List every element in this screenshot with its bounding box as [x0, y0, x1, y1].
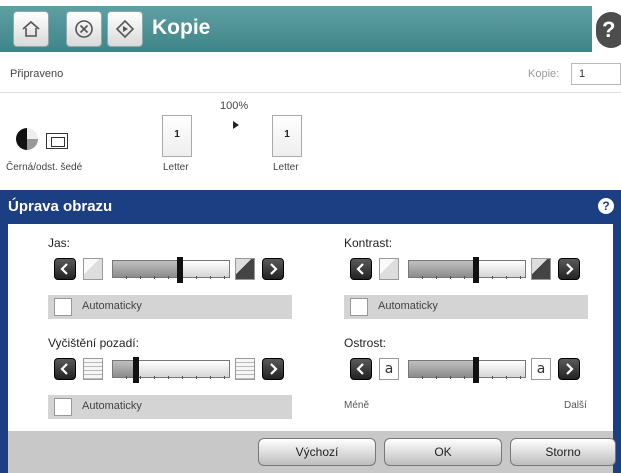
panel-title: Úprava obrazu [8, 198, 113, 215]
sharpness-label: Ostrost: [344, 336, 387, 350]
sharpness-decrease-button[interactable] [350, 358, 372, 380]
zoom-percent: 100% [220, 100, 249, 112]
chevron-left-icon [356, 263, 364, 275]
home-icon [22, 20, 40, 37]
background-low-icon [83, 358, 103, 380]
copy-status: Připraveno Kopie: 1 100% Černá/odst. šed… [0, 58, 621, 190]
arrow-right-icon [233, 121, 239, 129]
copies-field[interactable]: 1 [571, 63, 621, 85]
start-icon [115, 19, 135, 39]
contrast-auto-row[interactable]: Automaticky [344, 295, 588, 319]
chevron-right-icon [270, 363, 278, 375]
chevron-right-icon [566, 263, 574, 275]
chevron-right-icon [270, 263, 278, 275]
brightness-light-icon [83, 258, 103, 280]
chevron-left-icon [60, 263, 68, 275]
sharpness-sharp-icon: a [531, 358, 551, 380]
contrast-increase-button[interactable] [558, 258, 580, 280]
slider-ticks [113, 276, 229, 279]
panel-help-icon[interactable]: ? [598, 198, 614, 214]
brightness-auto-row[interactable]: Automaticky [48, 295, 292, 319]
brightness-dark-icon [235, 258, 255, 280]
sharpness-soft-icon: a [379, 358, 399, 380]
background-auto-checkbox[interactable] [54, 398, 72, 416]
panel-body: Jas: Automaticky Kontrast: Automaticky V… [8, 224, 613, 431]
contrast-auto-label: Automaticky [378, 300, 438, 312]
slider-ticks [409, 376, 525, 379]
brightness-label: Jas: [48, 236, 71, 250]
brightness-auto-label: Automaticky [82, 300, 142, 312]
sharpness-more-label: Další [564, 400, 587, 411]
help-button[interactable]: ? [596, 12, 621, 48]
color-mode-label: Černá/odst. šedé [6, 162, 83, 173]
contrast-high-icon [531, 258, 551, 280]
output-page-size: Letter [273, 162, 299, 173]
background-increase-button[interactable] [262, 358, 284, 380]
divider [0, 92, 621, 93]
brightness-decrease-button[interactable] [54, 258, 76, 280]
cancel-button[interactable]: Storno [510, 438, 616, 466]
ok-button[interactable]: OK [384, 438, 502, 466]
contrast-low-icon [379, 258, 399, 280]
sharpness-less-label: Méně [344, 400, 370, 411]
start-button[interactable] [107, 11, 143, 47]
contrast-auto-checkbox[interactable] [350, 298, 368, 316]
slider-ticks [113, 376, 229, 379]
background-cleanup-slider[interactable] [112, 357, 230, 383]
sharpness-slider-fill [409, 361, 477, 377]
chevron-left-icon [356, 363, 364, 375]
sharpness-increase-button[interactable] [558, 358, 580, 380]
background-decrease-button[interactable] [54, 358, 76, 380]
output-page: 1 [272, 115, 302, 157]
default-button[interactable]: Výchozí [258, 438, 376, 466]
color-mode-icon [16, 128, 38, 150]
sharpness-slider[interactable] [408, 357, 526, 383]
image-adjustment-panel: Úprava obrazu ? Jas: Automaticky Kontras… [0, 190, 621, 473]
brightness-auto-checkbox[interactable] [54, 298, 72, 316]
background-auto-row[interactable]: Automaticky [48, 395, 292, 419]
background-auto-label: Automaticky [82, 400, 142, 412]
stop-button[interactable] [66, 11, 102, 47]
sharpness-slider-thumb[interactable] [473, 357, 480, 383]
pages-icon [46, 133, 68, 149]
brightness-increase-button[interactable] [262, 258, 284, 280]
brightness-slider[interactable] [112, 257, 230, 283]
copies-label: Kopie: [528, 68, 560, 80]
source-page-size: Letter [163, 162, 189, 173]
status-text: Připraveno [10, 68, 64, 80]
background-cleanup-label: Vyčištění pozadí: [48, 336, 139, 350]
stop-icon [75, 20, 93, 38]
home-button[interactable] [13, 11, 49, 47]
background-high-icon [235, 358, 255, 380]
app-title: Kopie [152, 16, 211, 39]
chevron-right-icon [566, 363, 574, 375]
contrast-slider[interactable] [408, 257, 526, 283]
contrast-slider-thumb[interactable] [473, 257, 480, 283]
slider-ticks [409, 276, 525, 279]
contrast-label: Kontrast: [344, 236, 393, 250]
brightness-slider-thumb[interactable] [177, 257, 184, 283]
chevron-left-icon [60, 363, 68, 375]
brightness-slider-fill [113, 261, 181, 277]
background-slider-thumb[interactable] [133, 357, 140, 383]
top-bar: Kopie ? [0, 0, 621, 58]
contrast-slider-fill [409, 261, 477, 277]
contrast-decrease-button[interactable] [350, 258, 372, 280]
source-page: 1 [162, 115, 192, 157]
